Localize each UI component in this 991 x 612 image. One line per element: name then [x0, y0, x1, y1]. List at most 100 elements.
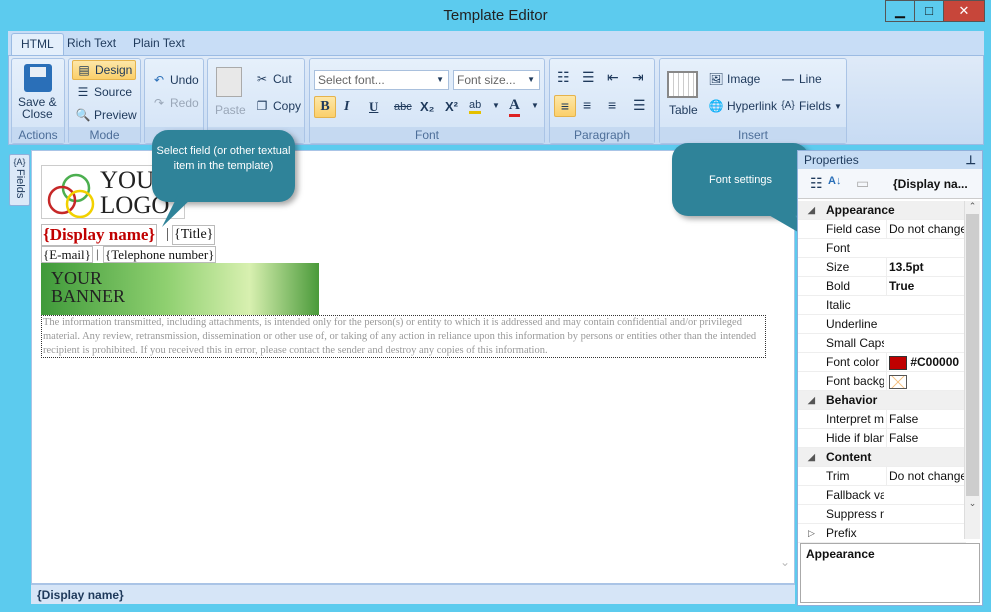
property-row[interactable]: Font color #C00000	[798, 353, 966, 372]
property-row[interactable]: Font	[798, 239, 966, 258]
superscript-button[interactable]: X²	[445, 99, 458, 114]
highlight-button[interactable]: ab	[469, 99, 482, 114]
expand-icon[interactable]: ▷	[808, 524, 815, 543]
disclaimer-text[interactable]: The information transmitted, including a…	[41, 315, 766, 358]
subscript-button[interactable]: X₂	[420, 99, 434, 114]
bold-button[interactable]: B	[314, 96, 336, 118]
property-row[interactable]: Hide if blank False	[798, 429, 966, 448]
property-value[interactable]: Do not change	[886, 467, 966, 486]
property-row[interactable]: Bold True	[798, 277, 966, 296]
separator: |	[96, 246, 99, 261]
chevron-down-icon[interactable]: ▼	[492, 101, 500, 110]
copy-icon: ❐	[256, 99, 268, 113]
property-category[interactable]: ◢ Behavior	[798, 391, 966, 410]
redo-icon: ↷	[153, 96, 165, 110]
font-size-value: Font size...	[457, 73, 516, 87]
property-row[interactable]: Fallback value	[798, 486, 966, 505]
property-row[interactable]: ▷ Prefix	[798, 524, 966, 543]
line-button[interactable]: — Line	[780, 71, 822, 87]
image-button[interactable]: 🖼 Image	[708, 71, 760, 87]
property-pages-icon[interactable]: ▭	[856, 175, 869, 192]
source-button[interactable]: ☰ Source	[75, 84, 132, 100]
properties-scrollbar[interactable]: ⌃ ⌄	[964, 201, 980, 539]
collapse-icon[interactable]: ◢	[808, 448, 815, 467]
group-label: Mode	[69, 127, 140, 143]
property-row[interactable]: Font background	[798, 372, 966, 391]
font-color-button[interactable]: A	[509, 97, 520, 117]
property-row[interactable]: Small Caps	[798, 334, 966, 353]
preview-button[interactable]: 🔍 Preview	[75, 107, 137, 123]
underline-button[interactable]: U	[369, 99, 378, 115]
close-button[interactable]: ✕	[943, 0, 985, 22]
globe-link-icon: 🌐	[708, 99, 724, 113]
pin-icon[interactable]: ⊥	[966, 151, 976, 169]
scroll-down-icon[interactable]: ⌄	[780, 555, 790, 569]
field-email[interactable]: {E-mail}	[41, 246, 93, 263]
property-row[interactable]: Field case Do not change	[798, 220, 966, 239]
font-size-select[interactable]: Font size... ▼	[453, 70, 540, 90]
redo-label: Redo	[170, 96, 199, 110]
property-row[interactable]: Trim Do not change	[798, 467, 966, 486]
redo-button[interactable]: ↷ Redo	[151, 95, 199, 111]
property-value-text: 13.5pt	[889, 260, 924, 274]
design-button[interactable]: ▤ Design	[72, 60, 137, 80]
save-icon	[24, 64, 52, 92]
align-left-icon[interactable]: ≡	[554, 95, 576, 117]
property-value[interactable]: Do not change	[886, 220, 966, 239]
sort-az-icon[interactable]: A↓	[828, 175, 841, 187]
hyperlink-button[interactable]: 🌐 Hyperlink	[708, 98, 778, 114]
cut-button[interactable]: ✂ Cut	[254, 71, 292, 87]
property-name: Small Caps	[826, 336, 884, 350]
tab-plain-text[interactable]: Plain Text	[124, 33, 194, 55]
minimize-button[interactable]: ▁	[885, 0, 915, 22]
strikethrough-button[interactable]: abc	[394, 101, 412, 113]
justify-icon[interactable]: ☰	[633, 97, 646, 114]
fields-label: Fields	[799, 99, 832, 113]
source-icon: ☰	[77, 85, 89, 99]
group-actions: Save & Close Actions	[11, 58, 65, 144]
field-display-name[interactable]: {Display name}	[41, 224, 158, 246]
property-value[interactable]: False	[886, 429, 966, 448]
italic-button[interactable]: I	[344, 99, 349, 115]
bullet-list-icon[interactable]: ☰	[582, 69, 595, 86]
property-category[interactable]: ◢ Content	[798, 448, 966, 467]
align-right-icon[interactable]: ≡	[608, 97, 616, 113]
property-row[interactable]: Italic	[798, 296, 966, 315]
collapse-icon[interactable]: ◢	[808, 391, 815, 410]
maximize-button[interactable]: □	[914, 0, 944, 22]
property-category[interactable]: ◢ Appearance	[798, 201, 966, 220]
source-label: Source	[94, 85, 133, 99]
property-name: Fallback value	[826, 488, 884, 502]
property-name: Underline	[826, 317, 878, 331]
fields-button[interactable]: {A} Fields ▼	[780, 98, 842, 114]
font-select[interactable]: Select font... ▼	[314, 70, 449, 90]
property-value[interactable]	[886, 372, 966, 391]
property-row[interactable]: Size 13.5pt	[798, 258, 966, 277]
banner-image: YOUR BANNER	[41, 263, 319, 315]
property-row[interactable]: Underline	[798, 315, 966, 334]
copy-button[interactable]: ❐ Copy	[254, 98, 301, 114]
property-value[interactable]: #C00000	[886, 353, 966, 372]
property-value[interactable]: 13.5pt	[886, 258, 966, 277]
align-center-icon[interactable]: ≡	[583, 97, 591, 113]
property-value[interactable]: False	[886, 410, 966, 429]
indent-icon[interactable]: ⇥	[632, 69, 644, 86]
tab-rich-text[interactable]: Rich Text	[58, 33, 125, 55]
collapse-icon[interactable]: ◢	[808, 201, 815, 220]
categorized-icon[interactable]: ☷	[810, 175, 823, 192]
property-value[interactable]: True	[886, 277, 966, 296]
property-row[interactable]: Suppress newlines	[798, 505, 966, 524]
field-telephone[interactable]: {Telephone number}	[103, 246, 217, 263]
fields-side-tab[interactable]: {A} Fields	[9, 154, 30, 206]
paste-button[interactable]: Paste	[215, 103, 246, 117]
numbered-list-icon[interactable]: ☷	[557, 69, 570, 86]
property-row[interactable]: Interpret markup False	[798, 410, 966, 429]
table-button[interactable]: Table	[669, 103, 698, 117]
undo-button[interactable]: ↶ Undo	[151, 72, 199, 88]
save-close-button[interactable]: Save & Close	[18, 96, 57, 120]
outdent-icon[interactable]: ⇤	[607, 69, 619, 86]
chevron-down-icon[interactable]: ▼	[531, 101, 539, 110]
undo-label: Undo	[170, 73, 199, 87]
tab-html[interactable]: HTML	[11, 33, 64, 55]
template-editor[interactable]: YOUR LOGO {Display name} | {Title} {E-ma…	[31, 150, 795, 584]
